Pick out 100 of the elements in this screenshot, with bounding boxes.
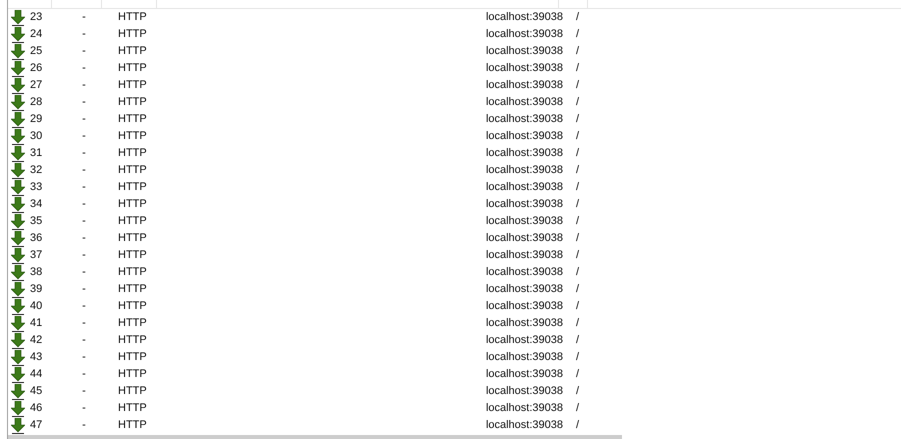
url-cell-text: / [576, 248, 580, 264]
protocol-cell-text: HTTP [118, 316, 147, 332]
protocol-cell-text: HTTP [118, 163, 147, 178]
protocol-cell-text: HTTP [118, 61, 147, 76]
download-arrow-icon [11, 400, 25, 416]
result-cell-text: - [82, 112, 86, 128]
session-number: 45 [30, 384, 42, 400]
result-cell-text: - [82, 401, 86, 416]
protocol-cell-text: HTTP [118, 418, 147, 434]
host-cell-text: localhost:39038 [486, 401, 563, 416]
protocol-cell-text: HTTP [118, 180, 147, 196]
host-cell-text: localhost:39038 [486, 350, 563, 366]
protocol-cell-text: HTTP [118, 384, 147, 400]
protocol-cell-text: HTTP [118, 214, 147, 230]
result-cell-text: - [82, 299, 86, 314]
url-cell-text: / [576, 384, 580, 400]
url-cell-text: / [576, 333, 580, 348]
protocol-cell-text: HTTP [118, 10, 147, 26]
download-arrow-icon [11, 316, 25, 332]
result-cell-text: - [82, 129, 86, 144]
url-cell-text: / [576, 299, 580, 314]
protocol-cell-text: HTTP [118, 299, 147, 314]
download-arrow-icon [11, 44, 25, 60]
host-cell-text: localhost:39038 [486, 146, 563, 162]
download-arrow-icon [11, 418, 25, 434]
host-cell-text: localhost:39038 [486, 180, 563, 196]
url-cell-text: / [576, 163, 580, 178]
host-cell-text: localhost:39038 [486, 214, 563, 230]
download-arrow-icon [11, 26, 25, 42]
download-arrow-icon [11, 248, 25, 264]
protocol-cell-text: HTTP [118, 129, 147, 144]
protocol-cell-text: HTTP [118, 367, 147, 382]
host-cell-text: localhost:39038 [486, 299, 563, 314]
session-number: 24 [30, 27, 42, 42]
url-cell-text: / [576, 10, 580, 26]
result-cell-text: - [82, 146, 86, 162]
url-cell-text: / [576, 401, 580, 416]
protocol-cell-text: HTTP [118, 44, 147, 60]
host-cell-text: localhost:39038 [486, 316, 563, 332]
result-cell-text: - [82, 27, 86, 42]
session-number: 26 [30, 61, 42, 76]
protocol-cell-text: HTTP [118, 146, 147, 162]
protocol-cell-text: HTTP [118, 265, 147, 280]
download-arrow-icon [11, 384, 25, 400]
download-arrow-icon [11, 162, 25, 178]
result-cell-text: - [82, 180, 86, 196]
host-cell-text: localhost:39038 [486, 10, 563, 26]
result-cell-text: - [82, 44, 86, 60]
session-number: 33 [30, 180, 42, 196]
session-number: 37 [30, 248, 42, 264]
host-cell-text: localhost:39038 [486, 197, 563, 212]
host-cell-text: localhost:39038 [486, 95, 563, 110]
download-arrow-icon [11, 214, 25, 230]
url-cell-text: / [576, 367, 580, 382]
download-arrow-icon [11, 112, 25, 128]
result-cell-text: - [82, 61, 86, 76]
session-number: 43 [30, 350, 42, 366]
download-arrow-icon [11, 146, 25, 162]
host-cell-text: localhost:39038 [486, 27, 563, 42]
horizontal-scrollbar[interactable] [8, 435, 622, 439]
url-cell-text: / [576, 214, 580, 230]
result-cell-text: - [82, 316, 86, 332]
host-cell-text: localhost:39038 [486, 231, 563, 246]
host-cell-text: localhost:39038 [486, 78, 563, 94]
protocol-cell-text: HTTP [118, 248, 147, 264]
protocol-cell-text: HTTP [118, 95, 147, 110]
session-number: 29 [30, 112, 42, 128]
result-cell-text: - [82, 78, 86, 94]
download-arrow-icon [11, 94, 25, 110]
url-cell-text: / [576, 180, 580, 196]
result-cell-text: - [82, 248, 86, 264]
result-cell-text: - [82, 350, 86, 366]
result-cell-text: - [82, 333, 86, 348]
result-cell-text: - [82, 95, 86, 110]
url-cell-text: / [576, 316, 580, 332]
session-number: 35 [30, 214, 42, 230]
url-cell-text: / [576, 61, 580, 76]
session-number: 44 [30, 367, 42, 382]
url-cell-text: / [576, 44, 580, 60]
host-cell-text: localhost:39038 [486, 384, 563, 400]
result-cell-text: - [82, 10, 86, 26]
url-cell-text: / [576, 112, 580, 128]
url-cell-text: / [576, 129, 580, 144]
protocol-cell-text: HTTP [118, 401, 147, 416]
download-arrow-icon [11, 350, 25, 366]
protocol-cell-text: HTTP [118, 350, 147, 366]
url-cell-text: / [576, 95, 580, 110]
result-cell-text: - [82, 418, 86, 434]
result-cell-text: - [82, 367, 86, 382]
session-number: 27 [30, 78, 42, 94]
protocol-cell-text: HTTP [118, 282, 147, 298]
host-cell-text: localhost:39038 [486, 112, 563, 128]
url-cell-text: / [576, 27, 580, 42]
host-cell-text: localhost:39038 [486, 61, 563, 76]
result-cell-text: - [82, 197, 86, 212]
download-arrow-icon [11, 128, 25, 144]
result-cell-text: - [82, 384, 86, 400]
result-cell-text: - [82, 163, 86, 178]
download-arrow-icon [11, 298, 25, 314]
host-cell-text: localhost:39038 [486, 282, 563, 298]
